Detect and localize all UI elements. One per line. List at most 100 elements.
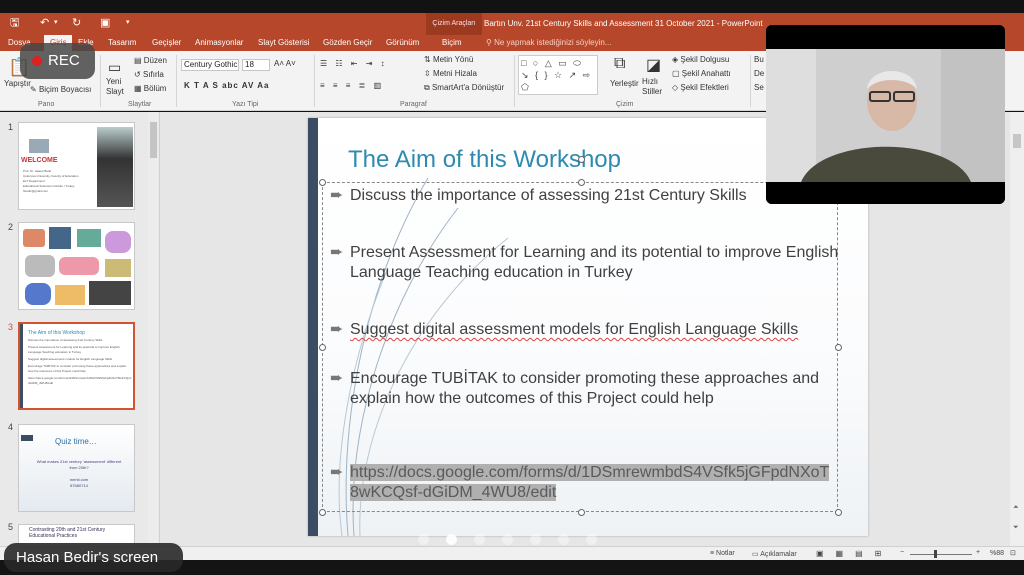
resize-handle[interactable] bbox=[835, 509, 842, 516]
notes-button[interactable]: ≡ Notlar bbox=[710, 550, 735, 557]
zoom-in-icon[interactable]: + bbox=[976, 549, 980, 556]
paste-button[interactable]: Yapıştır bbox=[4, 79, 31, 88]
shape-outline-button[interactable]: ▢ Şekil Anahattı bbox=[672, 69, 731, 78]
collage-image bbox=[77, 229, 101, 247]
form-link[interactable]: https://docs.google.com/forms/d/1DSmrewm… bbox=[350, 464, 830, 501]
tab-transitions[interactable]: Geçişler bbox=[152, 38, 181, 47]
tell-me-search[interactable]: ⚲ Ne yapmak istediğinizi söyleyin... bbox=[486, 38, 611, 47]
grow-font-icon[interactable]: A˄ A˅ bbox=[274, 59, 296, 68]
zoom-level[interactable]: %88 bbox=[990, 550, 1004, 557]
bullet-5-link[interactable]: https://docs.google.com/forms/d/1DSmrewm… bbox=[350, 463, 830, 503]
next-slide-icon[interactable]: ⏷ bbox=[1013, 524, 1019, 532]
prev-slide-icon[interactable]: ⏶ bbox=[1013, 504, 1019, 512]
webcam-feed bbox=[766, 25, 1005, 204]
tab-slideshow[interactable]: Slayt Gösterisi bbox=[258, 38, 310, 47]
zoom-out-icon[interactable]: − bbox=[900, 549, 904, 556]
page-dot-active bbox=[446, 534, 457, 545]
save-icon[interactable]: 🖫 bbox=[10, 17, 19, 29]
list-buttons[interactable]: ☰ ☷ ⇤ ⇥ ↕ bbox=[320, 59, 388, 68]
group-label-slides: Slaytlar bbox=[128, 101, 152, 108]
align-buttons[interactable]: ≡ ≡ ≡ ≣ ▥ bbox=[320, 81, 384, 90]
group-label-clipboard: Pano bbox=[38, 101, 55, 108]
thumb3-title: The Aim of this Workshop bbox=[28, 330, 85, 336]
collage-image bbox=[23, 229, 45, 247]
rotation-handle[interactable] bbox=[578, 156, 585, 163]
quick-styles-button[interactable]: Hızlı Stiller bbox=[642, 77, 668, 97]
customize-toolbar-icon[interactable]: ▾ bbox=[126, 17, 130, 29]
font-format-buttons[interactable]: K T A S abc AV Aa bbox=[184, 81, 269, 90]
slide-scrollbar[interactable]: ⏶ ⏷ bbox=[1010, 112, 1024, 546]
shapes-gallery[interactable]: □ ○ △ ▭ ⬭ ↘ { } ☆ ↗ ⇨ ⬠ bbox=[518, 55, 598, 95]
undo-dropdown-icon[interactable]: ▾ bbox=[54, 17, 58, 29]
quick-styles-icon[interactable]: ◪ bbox=[646, 55, 661, 75]
thumb-accent-bar bbox=[20, 324, 23, 408]
thumb1-title: WELCOME bbox=[21, 157, 58, 164]
layout-button[interactable]: ▤ Düzen bbox=[134, 56, 167, 65]
text-direction-button[interactable]: ⇅ Metin Yönü bbox=[424, 55, 473, 64]
comments-button[interactable]: ▭ Açıklamalar bbox=[752, 550, 797, 558]
view-buttons[interactable]: ▣▦▤⊞ bbox=[816, 549, 893, 558]
fit-slide-icon[interactable]: ⊡ bbox=[1010, 549, 1016, 557]
resize-handle[interactable] bbox=[578, 179, 585, 186]
new-slide-icon[interactable]: ▭ bbox=[108, 59, 121, 76]
format-painter-label: Biçim Boyacısı bbox=[38, 85, 92, 94]
shape-effects-button[interactable]: ◇ Şekil Efektleri bbox=[672, 83, 729, 92]
thumb1-text: Prof. Dr. Hasan Bedir Çukurova University… bbox=[23, 169, 79, 193]
smartart-button[interactable]: ⧉ SmartArt'a Dönüştür bbox=[424, 83, 504, 93]
reset-button[interactable]: ↺ Sıfırla bbox=[134, 70, 164, 79]
page-dot bbox=[418, 534, 429, 545]
slide-scroll-thumb[interactable] bbox=[1013, 134, 1021, 148]
tab-view[interactable]: Görünüm bbox=[386, 38, 419, 47]
zoom-slider[interactable] bbox=[910, 554, 972, 555]
page-dot bbox=[586, 534, 597, 545]
replace-button[interactable]: De bbox=[754, 69, 764, 78]
bullet-2: Present Assessment for Learning and its … bbox=[350, 244, 839, 281]
find-button[interactable]: Bu bbox=[754, 55, 764, 64]
resize-handle[interactable] bbox=[319, 344, 326, 351]
page-dot bbox=[558, 534, 569, 545]
resize-handle[interactable] bbox=[319, 179, 326, 186]
record-dot-icon bbox=[32, 56, 42, 67]
slide-thumbnail-2[interactable] bbox=[18, 222, 135, 310]
start-slideshow-icon[interactable]: ▣ bbox=[100, 17, 110, 29]
resize-handle[interactable] bbox=[578, 509, 585, 516]
zoom-slider-thumb[interactable] bbox=[934, 550, 937, 558]
tab-format[interactable]: Biçim bbox=[442, 38, 462, 47]
arrange-icon[interactable]: ⧉ bbox=[614, 55, 625, 73]
presenter-video bbox=[766, 25, 1005, 204]
document-title: Bartın Unv. 21st Century Skills and Asse… bbox=[484, 19, 763, 28]
lightbulb-icon: ⚲ bbox=[486, 38, 495, 47]
brush-icon: ✎ bbox=[30, 85, 39, 94]
bullet-arrow-icon: ➨ bbox=[330, 464, 344, 481]
thumb4-title: Quiz time… bbox=[55, 437, 97, 446]
new-slide-button[interactable]: Yeni Slayt bbox=[106, 77, 130, 97]
section-button[interactable]: ▦ Bölüm bbox=[134, 84, 166, 93]
ribbon-divider bbox=[514, 55, 515, 107]
tab-design[interactable]: Tasarım bbox=[108, 38, 136, 47]
page-dot bbox=[474, 534, 485, 545]
shape-fill-button[interactable]: ◈ Şekil Dolgusu bbox=[672, 55, 729, 64]
tab-review[interactable]: Gözden Geçir bbox=[323, 38, 372, 47]
align-text-button[interactable]: ⇳ Metni Hizala bbox=[424, 69, 477, 78]
font-size-combo[interactable]: 18 bbox=[242, 59, 270, 71]
select-button[interactable]: Se bbox=[754, 83, 764, 92]
format-painter-button[interactable]: ✎ Biçim Boyacısı bbox=[30, 85, 91, 94]
collage-image bbox=[105, 231, 131, 253]
undo-icon[interactable]: ↶ bbox=[40, 17, 49, 29]
context-tab-group: Çizim Araçları bbox=[426, 13, 482, 35]
recording-indicator: REC bbox=[20, 43, 95, 79]
slide-thumbnail-3-selected[interactable]: The Aim of this Workshop Discuss the imp… bbox=[18, 322, 135, 410]
resize-handle[interactable] bbox=[835, 344, 842, 351]
font-name-combo[interactable]: Century Gothic bbox=[181, 59, 239, 71]
photo-placeholder bbox=[29, 139, 49, 153]
thumbnail-scroll-thumb[interactable] bbox=[150, 122, 157, 158]
meeting-screen-share: 🖫 ↶ ▾ ↻ ▣ ▾ Çizim Araçları Bartın Unv. 2… bbox=[0, 0, 1024, 575]
resize-handle[interactable] bbox=[319, 509, 326, 516]
arrange-button[interactable]: Yerleştir bbox=[610, 79, 639, 88]
slide-thumbnail-1[interactable]: WELCOME Prof. Dr. Hasan Bedir Çukurova Un… bbox=[18, 122, 135, 210]
slide-thumbnail-4[interactable]: Quiz time… What makes 21st century 'asse… bbox=[18, 424, 135, 512]
tab-animations[interactable]: Animasyonlar bbox=[195, 38, 243, 47]
thumbnail-scrollbar[interactable] bbox=[148, 112, 158, 546]
collage-image bbox=[59, 257, 99, 275]
redo-icon[interactable]: ↻ bbox=[72, 17, 81, 29]
